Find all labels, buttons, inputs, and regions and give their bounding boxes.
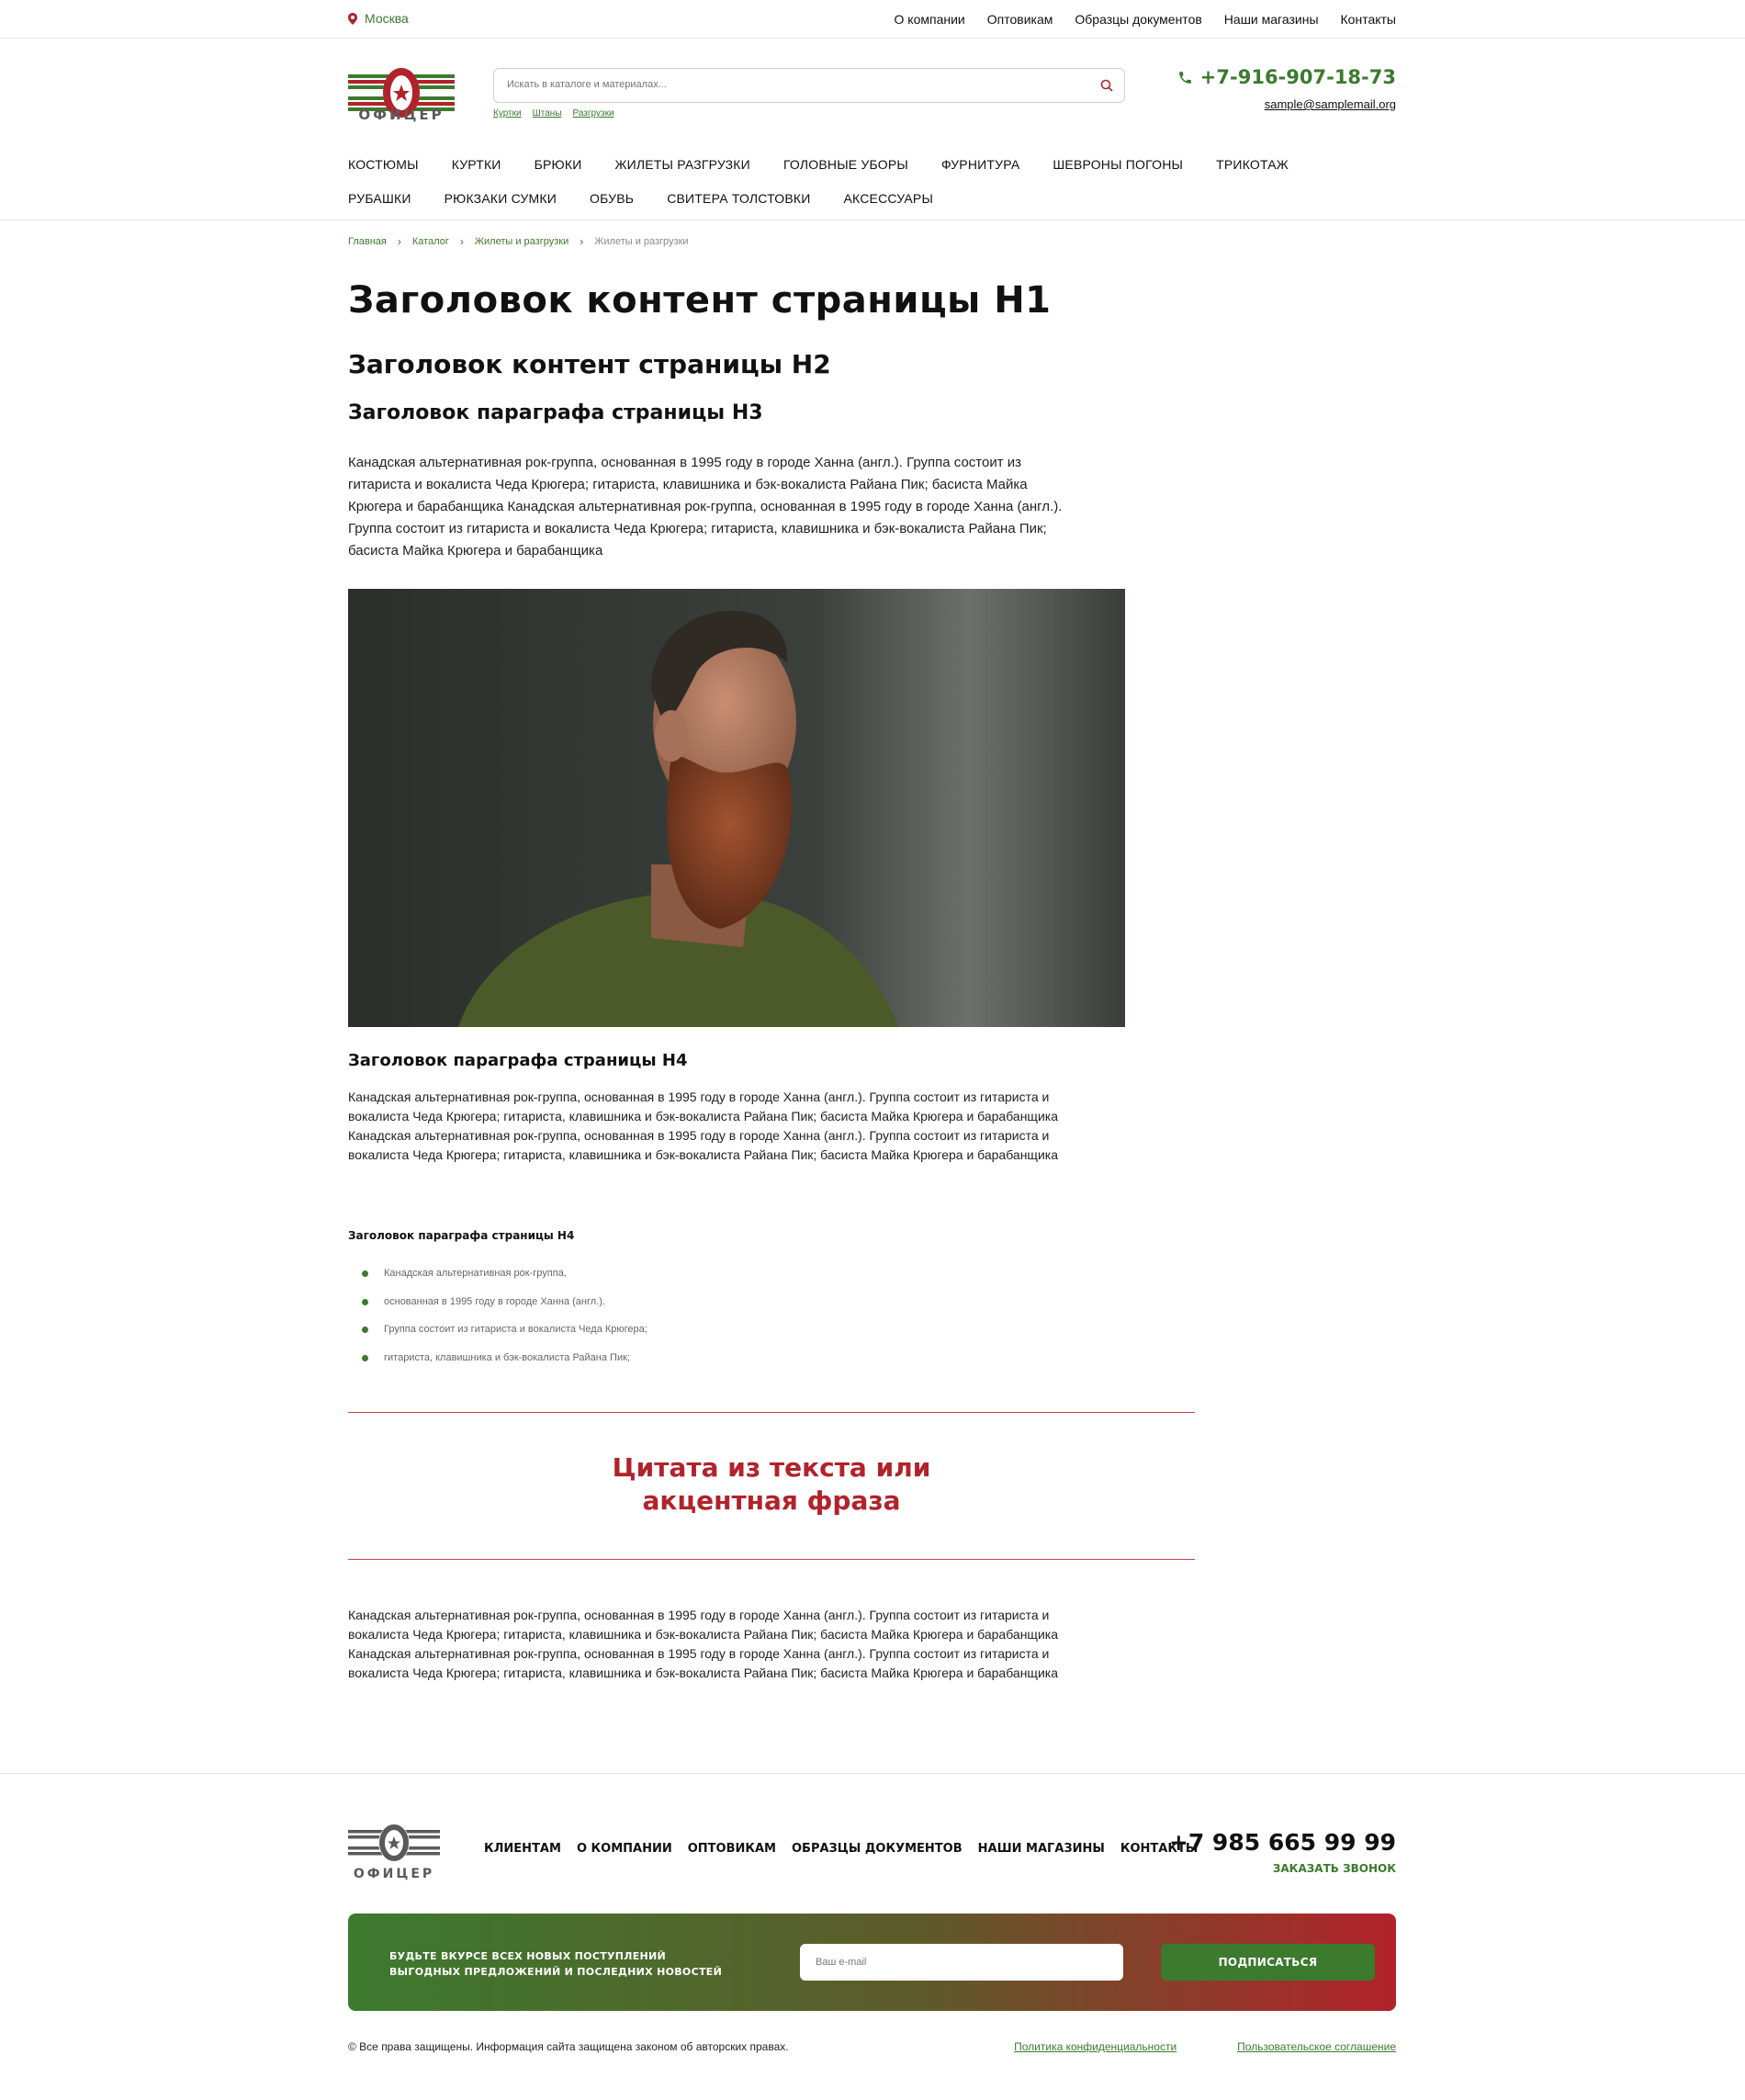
heading-h3: Заголовок параграфа страницы H3: [348, 401, 763, 424]
top-nav-about[interactable]: О компании: [895, 12, 965, 27]
top-nav-stores[interactable]: Наши магазины: [1224, 12, 1319, 27]
subscribe-banner: БУДЬТЕ ВКУРСЕ ВСЕХ НОВЫХ ПОСТУПЛЕНИЙ ВЫГ…: [348, 1914, 1396, 2011]
footer-nav-documents[interactable]: ОБРАЗЦЫ ДОКУМЕНТОВ: [792, 1842, 963, 1856]
footer-logo-text: ОФИЦЕР: [353, 1867, 435, 1881]
catalog-item-backpacks[interactable]: РЮКЗАКИ СУМКИ: [445, 191, 557, 206]
breadcrumb-home[interactable]: Главная: [348, 236, 387, 247]
search-hints: Куртки Штаны Разгрузки: [493, 108, 614, 119]
catalog-item-shirts[interactable]: РУБАШКИ: [348, 191, 411, 206]
paragraph-1: Канадская альтернативная рок-группа, осн…: [348, 455, 1063, 559]
catalog-item-knitwear[interactable]: ТРИКОТАЖ: [1216, 157, 1289, 172]
city-label: Москва: [365, 11, 409, 26]
footer-nav-about[interactable]: О КОМПАНИИ: [577, 1842, 672, 1856]
quote-divider-top: [348, 1412, 1195, 1413]
catalog-item-sweaters[interactable]: СВИТЕРА ТОЛСТОВКИ: [667, 191, 810, 206]
list-item: Группа состоит из гитариста и вокалиста …: [362, 1324, 647, 1352]
top-bar: Москва О компании Оптовикам Образцы доку…: [0, 0, 1745, 39]
bullet-list: Канадская альтернативная рок-группа, осн…: [362, 1268, 647, 1380]
footer-nav-stores[interactable]: НАШИ МАГАЗИНЫ: [978, 1842, 1105, 1856]
user-agreement-link[interactable]: Пользовательское соглашение: [1237, 2040, 1396, 2053]
quote-line-1: Цитата из текста или: [612, 1452, 931, 1483]
privacy-policy-link[interactable]: Политика конфиденциальности: [1014, 2040, 1176, 2053]
copyright-text: © Все права защищены. Информация сайта з…: [348, 2040, 789, 2053]
paragraph-3: Канадская альтернативная рок-группа, осн…: [348, 1608, 1058, 1680]
breadcrumb-separator-icon: ›: [459, 235, 464, 248]
search-box: [493, 68, 1125, 103]
catalog-item-trousers[interactable]: БРЮКИ: [535, 157, 582, 172]
phone-icon: [1178, 71, 1191, 84]
list-item: Канадская альтернативная рок-группа,: [362, 1268, 647, 1296]
quote-line-2: акцентная фраза: [642, 1485, 901, 1516]
content-photo: [348, 589, 1125, 1027]
list-item: гитариста, клавишника и бэк-вокалиста Ра…: [362, 1352, 647, 1381]
footer-nav: КЛИЕНТАМ О КОМПАНИИ ОПТОВИКАМ ОБРАЗЦЫ ДО…: [484, 1842, 1198, 1856]
heading-h2: Заголовок контент страницы H2: [348, 349, 831, 379]
footer: ОФИЦЕР КЛИЕНТАМ О КОМПАНИИ ОПТОВИКАМ ОБР…: [0, 1773, 1745, 2100]
subscribe-text-line-2: ВЫГОДНЫХ ПРЕДЛОЖЕНИЙ И ПОСЛЕДНИХ НОВОСТЕ…: [389, 1966, 723, 1978]
legal-links: Политика конфиденциальности Пользователь…: [1014, 2040, 1396, 2053]
catalog-item-vests[interactable]: ЖИЛЕТЫ РАЗГРУЗКИ: [614, 157, 749, 172]
search-hint-jackets[interactable]: Куртки: [493, 108, 522, 119]
subscribe-text-line-1: БУДЬТЕ ВКУРСЕ ВСЕХ НОВЫХ ПОСТУПЛЕНИЙ: [389, 1950, 667, 1962]
footer-phone[interactable]: +7 985 665 99 99: [1169, 1829, 1396, 1856]
logo-text: ОФИЦЕР: [358, 107, 445, 123]
heading-h4-small: Заголовок параграфа страницы H4: [348, 1229, 575, 1242]
catalog-item-patches[interactable]: ШЕВРОНЫ ПОГОНЫ: [1053, 157, 1183, 172]
top-nav: О компании Оптовикам Образцы документов …: [895, 12, 1396, 27]
paragraph-2: Канадская альтернативная рок-группа, осн…: [348, 1090, 1058, 1162]
catalog-nav: КОСТЮМЫ КУРТКИ БРЮКИ ЖИЛЕТЫ РАЗГРУЗКИ ГО…: [348, 147, 1396, 215]
header: ОФИЦЕР Куртки Штаны Разгрузки +7-916-907…: [0, 39, 1745, 220]
header-phone[interactable]: +7-916-907-18-73: [1177, 66, 1396, 88]
catalog-item-fittings[interactable]: ФУРНИТУРА: [941, 157, 1019, 172]
catalog-item-jackets[interactable]: КУРТКИ: [452, 157, 501, 172]
search-hint-vests[interactable]: Разгрузки: [573, 108, 614, 119]
breadcrumb-catalog[interactable]: Каталог: [412, 236, 449, 247]
header-phone-number: +7-916-907-18-73: [1199, 66, 1396, 88]
breadcrumb-current: Жилеты и разгрузки: [594, 236, 689, 247]
list-item: основанная в 1995 году в городе Ханна (а…: [362, 1296, 647, 1325]
search-hint-pants[interactable]: Штаны: [533, 108, 562, 119]
page-title: Заголовок контент страницы H1: [348, 279, 1052, 322]
quote-divider-bottom: [348, 1559, 1195, 1560]
breadcrumb-category[interactable]: Жилеты и разгрузки: [475, 236, 569, 247]
search-input[interactable]: [507, 69, 1095, 100]
city-selector[interactable]: Москва: [348, 11, 409, 26]
catalog-item-headwear[interactable]: ГОЛОВНЫЕ УБОРЫ: [783, 157, 908, 172]
catalog-item-suits[interactable]: КОСТЮМЫ: [348, 157, 419, 172]
heading-h4: Заголовок параграфа страницы H4: [348, 1051, 688, 1070]
subscribe-text: БУДЬТЕ ВКУРСЕ ВСЕХ НОВЫХ ПОСТУПЛЕНИЙ ВЫГ…: [389, 1948, 722, 1980]
top-nav-documents[interactable]: Образцы документов: [1075, 12, 1201, 27]
accent-quote: Цитата из текста или акцентная фраза: [348, 1451, 1195, 1518]
header-email[interactable]: sample@samplemail.org: [1265, 97, 1396, 111]
catalog-row-1: КОСТЮМЫ КУРТКИ БРЮКИ ЖИЛЕТЫ РАЗГРУЗКИ ГО…: [348, 147, 1396, 181]
footer-nav-wholesale[interactable]: ОПТОВИКАМ: [688, 1842, 776, 1856]
catalog-item-accessories[interactable]: АКСЕССУАРЫ: [843, 191, 933, 206]
subscribe-button[interactable]: ПОДПИСАТЬСЯ: [1161, 1944, 1375, 1981]
search-icon[interactable]: [1100, 79, 1113, 92]
catalog-row-2: РУБАШКИ РЮКЗАКИ СУМКИ ОБУВЬ СВИТЕРА ТОЛС…: [348, 181, 1396, 215]
breadcrumb: Главная › Каталог › Жилеты и разгрузки ›…: [348, 235, 689, 248]
subscribe-email-input[interactable]: [800, 1944, 1123, 1981]
location-pin-icon: [348, 12, 357, 25]
top-nav-wholesale[interactable]: Оптовикам: [987, 12, 1053, 27]
top-nav-contacts[interactable]: Контакты: [1341, 12, 1396, 27]
footer-nav-clients[interactable]: КЛИЕНТАМ: [484, 1842, 561, 1856]
breadcrumb-separator-icon: ›: [397, 235, 401, 248]
breadcrumb-separator-icon: ›: [580, 235, 584, 248]
catalog-item-shoes[interactable]: ОБУВЬ: [590, 191, 634, 206]
footer-logo[interactable]: [348, 1824, 440, 1861]
order-call-link[interactable]: ЗАКАЗАТЬ ЗВОНОК: [1273, 1862, 1396, 1875]
